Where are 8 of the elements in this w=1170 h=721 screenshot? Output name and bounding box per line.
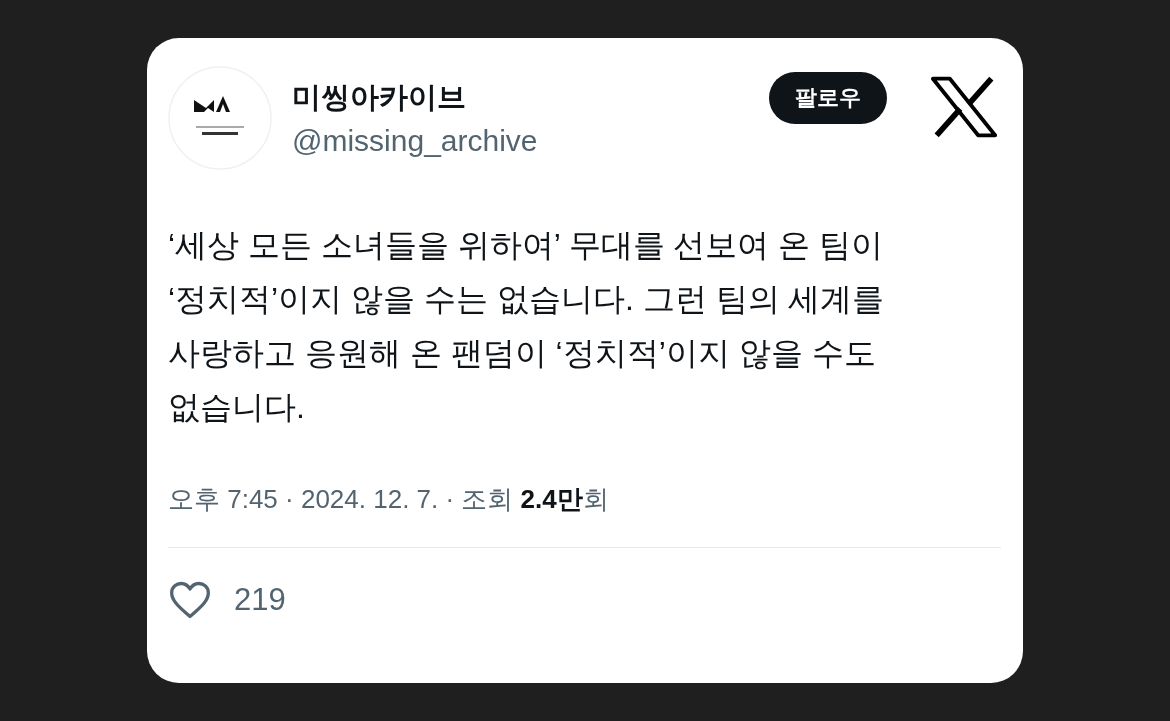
post-meta: 오후 7:45 · 2024. 12. 7. · 조회 2.4만회 — [168, 483, 610, 516]
author-handle[interactable]: @missing_archive — [292, 124, 769, 158]
x-logo-icon[interactable] — [931, 76, 997, 138]
follow-button[interactable]: 팔로우 — [769, 72, 887, 124]
post-text: ‘세상 모든 소녀들을 위하여’ 무대를 선보여 온 팀이 ‘정치적’이지 않을 수는 없습니다. 그런 팀의 세계를 사랑하고 응원해 온 팬덤이 ‘정치적’이지 않을 수도 없습니다. — [168, 226, 886, 427]
like-count: 219 — [234, 582, 286, 618]
avatar-logo-icon — [168, 66, 272, 170]
author-name[interactable]: 미씽아카이브 — [292, 78, 769, 118]
